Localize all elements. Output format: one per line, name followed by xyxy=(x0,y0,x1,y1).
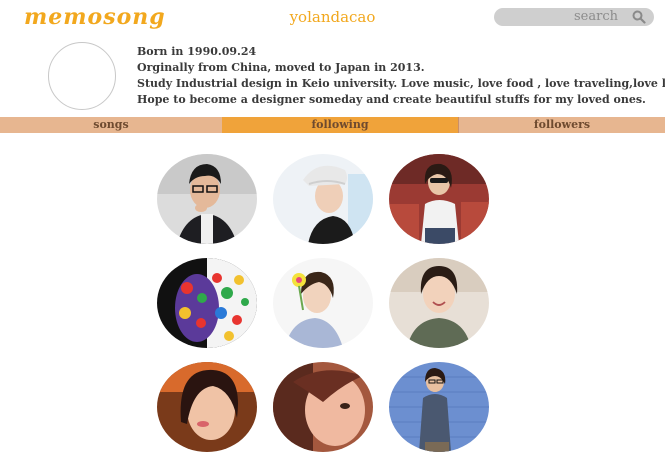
following-avatar[interactable] xyxy=(389,258,489,348)
bio-line-birth: Born in 1990.09.24 xyxy=(137,45,257,58)
following-avatar[interactable] xyxy=(389,154,489,244)
following-avatar[interactable] xyxy=(157,154,257,244)
following-grid xyxy=(157,154,489,452)
profile-tabs: songs following followers xyxy=(0,117,665,133)
following-avatar[interactable] xyxy=(389,362,489,452)
bio-line-origin: Orginally from China, moved to Japan in … xyxy=(137,61,425,74)
bio-line-study: Study Industrial design in Keio universi… xyxy=(137,77,665,90)
tab-following[interactable]: following xyxy=(222,117,458,133)
following-avatar[interactable] xyxy=(157,258,257,348)
following-avatar[interactable] xyxy=(273,362,373,452)
bio-line-hope: Hope to become a designer someday and cr… xyxy=(137,93,646,106)
following-avatar[interactable] xyxy=(273,154,373,244)
following-avatar[interactable] xyxy=(273,258,373,348)
tab-followers[interactable]: followers xyxy=(458,117,665,133)
following-avatar[interactable] xyxy=(157,362,257,452)
tab-songs[interactable]: songs xyxy=(0,117,222,133)
profile-avatar xyxy=(48,42,116,110)
search-input[interactable]: search xyxy=(574,9,618,24)
profile-bio: Born in 1990.09.24 Orginally from China,… xyxy=(137,44,665,108)
search-icon[interactable] xyxy=(632,10,646,24)
search-bar[interactable]: search xyxy=(494,8,654,26)
